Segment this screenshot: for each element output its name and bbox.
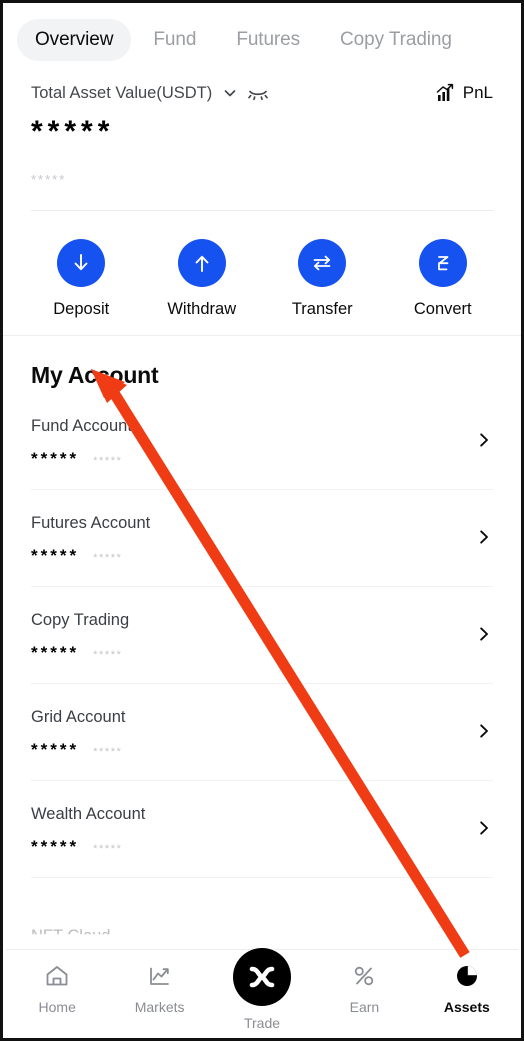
tab-overview-label: Overview	[35, 29, 114, 50]
nav-item-markets[interactable]: Markets	[108, 962, 210, 1015]
chevron-right-icon[interactable]	[475, 528, 493, 551]
chevron-right-icon[interactable]	[475, 722, 493, 745]
account-value: *****	[31, 546, 80, 565]
convert-icon	[418, 239, 467, 287]
total-asset-header: Total Asset Value(USDT) PnL	[31, 83, 493, 103]
chevron-right-icon[interactable]	[475, 819, 493, 842]
account-values: ***** *****	[31, 644, 129, 661]
convert-button[interactable]: Convert	[383, 239, 504, 319]
tab-futures[interactable]: Futures	[218, 19, 318, 61]
nav-item-earn[interactable]: Earn	[313, 962, 415, 1015]
withdraw-button[interactable]: Withdraw	[142, 239, 263, 319]
account-row-content: Futures Account ***** *****	[31, 514, 150, 564]
account-row-wealth[interactable]: Wealth Account ***** *****	[31, 781, 493, 878]
tab-fund-label: Fund	[153, 29, 197, 50]
tab-fund[interactable]: Fund	[135, 19, 214, 61]
account-values: ***** *****	[31, 838, 145, 855]
nav-item-assets[interactable]: Assets	[416, 962, 518, 1015]
account-row-content: Fund Account ***** *****	[31, 417, 132, 467]
account-name: Fund Account	[31, 417, 132, 435]
app-screen: Overview Fund Futures Copy Trading Total…	[0, 0, 524, 1041]
nav-earn-label: Earn	[349, 999, 380, 1015]
account-value: *****	[31, 449, 80, 468]
account-values: ***** *****	[31, 450, 132, 467]
transfer-label: Transfer	[291, 300, 353, 318]
arrow-up-icon	[177, 239, 226, 287]
deposit-button[interactable]: Deposit	[21, 239, 142, 319]
account-row-content: Wealth Account ***** *****	[31, 805, 145, 855]
account-row-content: Copy Trading ***** *****	[31, 611, 129, 661]
pnl-button[interactable]: PnL	[435, 83, 493, 103]
account-row-futures[interactable]: Futures Account ***** *****	[31, 490, 493, 587]
transfer-arrows-icon	[298, 239, 347, 287]
account-value-secondary: *****	[93, 552, 123, 564]
account-row-content: Grid Account ***** *****	[31, 708, 125, 758]
account-name: Futures Account	[31, 514, 151, 532]
nav-trade-label: Trade	[243, 1015, 281, 1031]
tab-overview[interactable]: Overview	[17, 19, 132, 61]
total-asset-section: Total Asset Value(USDT) PnL ***** *****	[3, 75, 521, 211]
my-account-title: My Account	[31, 362, 159, 388]
eye-off-icon[interactable]	[248, 85, 269, 101]
bottom-navigation: Home Markets Trade Earn Assets	[6, 948, 518, 1035]
total-asset-amount-secondary: *****	[31, 172, 67, 187]
account-row-fund[interactable]: Fund Account ***** *****	[31, 393, 493, 490]
total-asset-label-group[interactable]: Total Asset Value(USDT)	[31, 83, 269, 103]
nav-assets-label: Assets	[443, 999, 490, 1015]
chart-line-icon	[146, 962, 174, 990]
account-row-partially-hidden[interactable]: NFT Cloud	[31, 927, 110, 934]
account-value: *****	[31, 837, 80, 856]
tab-futures-label: Futures	[236, 29, 301, 50]
pie-chart-icon	[453, 962, 481, 990]
account-value-secondary: *****	[93, 455, 123, 467]
account-value: *****	[31, 643, 80, 662]
tab-copy-trading-label: Copy Trading	[340, 29, 452, 50]
account-name: Grid Account	[31, 708, 126, 726]
account-list: Fund Account ***** ***** Futures Account…	[3, 393, 521, 878]
total-asset-label: Total Asset Value(USDT)	[31, 83, 213, 102]
nav-markets-label: Markets	[134, 999, 185, 1015]
home-icon	[43, 962, 71, 990]
nav-item-trade[interactable]: Trade	[211, 948, 313, 1031]
percent-icon	[350, 962, 378, 990]
trade-x-icon	[233, 948, 292, 1006]
arrow-down-icon	[57, 239, 106, 287]
account-values: ***** *****	[31, 547, 150, 564]
deposit-label: Deposit	[53, 300, 110, 318]
account-value-secondary: *****	[93, 649, 123, 661]
pnl-label: PnL	[462, 83, 493, 102]
asset-tab-bar: Overview Fund Futures Copy Trading	[3, 3, 521, 75]
bar-chart-up-icon	[435, 83, 455, 103]
tab-copy-trading[interactable]: Copy Trading	[322, 19, 470, 61]
account-name: Wealth Account	[31, 805, 146, 823]
chevron-down-icon[interactable]	[222, 85, 238, 101]
nav-home-label: Home	[38, 999, 76, 1015]
account-value: *****	[31, 740, 80, 759]
transfer-button[interactable]: Transfer	[262, 239, 383, 319]
quick-actions-row: Deposit Withdraw Transfer Convert	[3, 211, 521, 336]
nav-item-home[interactable]: Home	[6, 962, 108, 1015]
chevron-right-icon[interactable]	[475, 431, 493, 454]
account-row-grid[interactable]: Grid Account ***** *****	[31, 684, 493, 781]
convert-label: Convert	[413, 300, 472, 318]
account-value-secondary: *****	[93, 746, 123, 758]
chevron-right-icon[interactable]	[475, 625, 493, 648]
account-row-copy-trading[interactable]: Copy Trading ***** *****	[31, 587, 493, 684]
account-name: Copy Trading	[31, 611, 130, 629]
account-value-secondary: *****	[93, 843, 123, 855]
account-values: ***** *****	[31, 741, 125, 758]
total-asset-amount: *****	[31, 115, 115, 148]
withdraw-label: Withdraw	[167, 300, 237, 318]
